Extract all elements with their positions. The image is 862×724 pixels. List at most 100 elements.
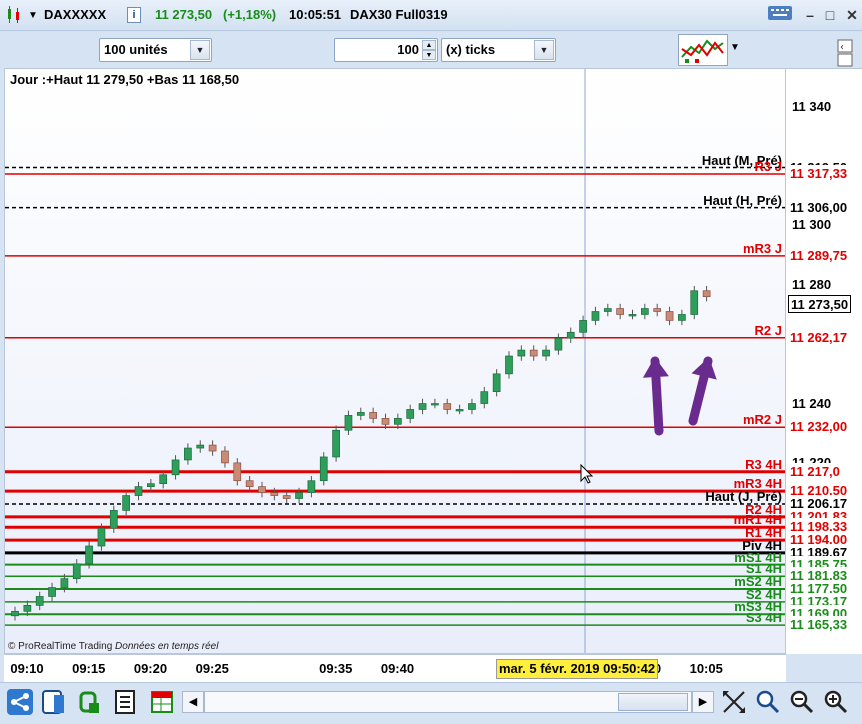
- time-tick: 09:20: [133, 661, 168, 676]
- level-price-box: 11 217,0: [788, 462, 842, 481]
- current-price-box: 11 273,50: [788, 295, 852, 314]
- candle-body: [23, 605, 32, 612]
- price-tick: 11 300: [792, 217, 832, 233]
- scroll-left-icon[interactable]: ◀: [182, 691, 204, 713]
- candle-body: [85, 545, 93, 565]
- level-label: Haut (H, Pré): [703, 192, 782, 208]
- candle-body: [319, 456, 328, 482]
- time-axis[interactable]: 09:1009:1509:2009:2509:3509:4010:0010:05…: [4, 654, 786, 682]
- realtime-label: Données en temps réel: [115, 641, 219, 652]
- copyright-text: © ProRealTime Trading Données en temps r…: [8, 641, 218, 652]
- price-tick: 11 340: [792, 98, 832, 114]
- info-icon[interactable]: i: [127, 7, 141, 23]
- zoom-fit-icon[interactable]: [720, 687, 748, 717]
- indicator-chart-icon[interactable]: [678, 34, 728, 66]
- scroll-right-icon[interactable]: ▶: [692, 691, 714, 713]
- panel-toggle-icon[interactable]: ‹: [836, 38, 854, 68]
- title-bar: ▼ DAXXXXX i 11 273,50 (+1,18%) 10:05:51 …: [0, 0, 862, 31]
- share-icon[interactable]: [6, 687, 34, 717]
- level-label: mR3 J: [742, 240, 782, 256]
- candle-body: [184, 447, 192, 461]
- candle-body: [653, 308, 662, 312]
- candle-body: [270, 492, 279, 496]
- candle-body: [480, 391, 489, 404]
- copyright-label: © ProRealTime Trading: [8, 641, 116, 652]
- candle-body: [579, 320, 587, 333]
- candle-body: [35, 596, 44, 606]
- chevron-down-icon[interactable]: ▼: [728, 42, 742, 58]
- list-icon[interactable]: [112, 687, 140, 717]
- app-logo: [6, 6, 22, 24]
- indicator-icon[interactable]: [76, 687, 104, 717]
- bottom-toolbar: ◀ ▶: [0, 682, 862, 721]
- scroll-thumb[interactable]: [618, 693, 688, 711]
- price-tick: 11 280: [792, 276, 832, 292]
- svg-text:‹: ‹: [840, 42, 844, 53]
- level-price-box: 11 306,00: [788, 198, 850, 217]
- candle-body: [72, 563, 81, 580]
- candle-body: [443, 403, 452, 410]
- layout-icon[interactable]: [40, 687, 68, 717]
- ticks-select[interactable]: (x) ticks ▼: [441, 38, 556, 62]
- ticks-value[interactable]: 100: [397, 42, 419, 57]
- stepper-up-icon[interactable]: ▲: [422, 40, 436, 50]
- time-tick: 09:25: [195, 661, 229, 676]
- candle-body: [208, 444, 217, 452]
- candle-body: [233, 462, 242, 482]
- candle-body: [332, 429, 340, 458]
- candle-body: [134, 486, 143, 496]
- candle-body: [369, 412, 377, 419]
- candle-body: [529, 349, 538, 357]
- level-label: S3 4H: [745, 610, 782, 626]
- symbol-name[interactable]: DAXXXXX: [44, 7, 106, 22]
- candle-body: [282, 495, 291, 499]
- zoom-out-icon[interactable]: [788, 687, 816, 717]
- candle-body: [48, 587, 56, 597]
- candle-body: [245, 480, 254, 487]
- price-tick: 11 240: [792, 395, 832, 411]
- price-axis[interactable]: 11 34011 30011 28011 24011 220 11 319,50…: [786, 68, 862, 654]
- level-label: R3 J: [754, 158, 782, 174]
- candle-body: [468, 403, 476, 410]
- candle-body: [381, 418, 390, 425]
- candle-body: [702, 290, 711, 298]
- candle-body: [591, 311, 600, 321]
- candle-body: [455, 409, 464, 412]
- chart-canvas[interactable]: [5, 69, 786, 654]
- chevron-down-icon[interactable]: ▼: [190, 40, 210, 60]
- candle-body: [109, 510, 118, 529]
- candle-body: [616, 308, 625, 315]
- candle-body: [418, 403, 427, 410]
- units-select[interactable]: 100 unités ▼: [99, 38, 212, 62]
- time-tick: 09:15: [72, 661, 106, 676]
- candle-body: [221, 450, 229, 464]
- candle-body: [640, 308, 649, 315]
- day-high-low: Jour :+Haut 11 279,50 +Bas 11 168,50: [10, 72, 240, 87]
- candle-body: [97, 527, 106, 547]
- candle-body: [554, 337, 563, 351]
- keyboard-icon[interactable]: [766, 4, 794, 26]
- level-price-box: 11 232,00: [788, 418, 850, 437]
- stepper-down-icon[interactable]: ▼: [422, 50, 436, 60]
- chevron-down-icon[interactable]: ▼: [534, 40, 554, 60]
- candle-body: [307, 480, 316, 493]
- close-icon[interactable]: ✕: [838, 4, 862, 26]
- level-price-box: 11 317,33: [788, 164, 850, 183]
- ticks-stepper[interactable]: 100 ▲ ▼: [334, 38, 438, 62]
- time-tick: 09:40: [380, 661, 415, 676]
- zoom-in-icon[interactable]: [822, 687, 850, 717]
- symbol-dropdown-icon[interactable]: ▼: [28, 10, 38, 21]
- time-tick: 10:05: [689, 661, 723, 676]
- table-icon[interactable]: [148, 687, 176, 717]
- candle-body: [394, 418, 402, 425]
- candle-body: [344, 415, 353, 431]
- candle-body: [258, 486, 266, 493]
- zoom-reset-icon[interactable]: [754, 687, 782, 717]
- last-price: 11 273,50: [155, 7, 213, 22]
- price-chart[interactable]: Jour :+Haut 11 279,50 +Bas 11 168,50 Hau…: [4, 68, 786, 654]
- candle-body: [406, 409, 415, 419]
- level-price-box: 11 165,33: [788, 616, 850, 635]
- level-label: R2 J: [754, 322, 782, 338]
- candle-body: [603, 308, 612, 312]
- candle-body: [690, 290, 699, 315]
